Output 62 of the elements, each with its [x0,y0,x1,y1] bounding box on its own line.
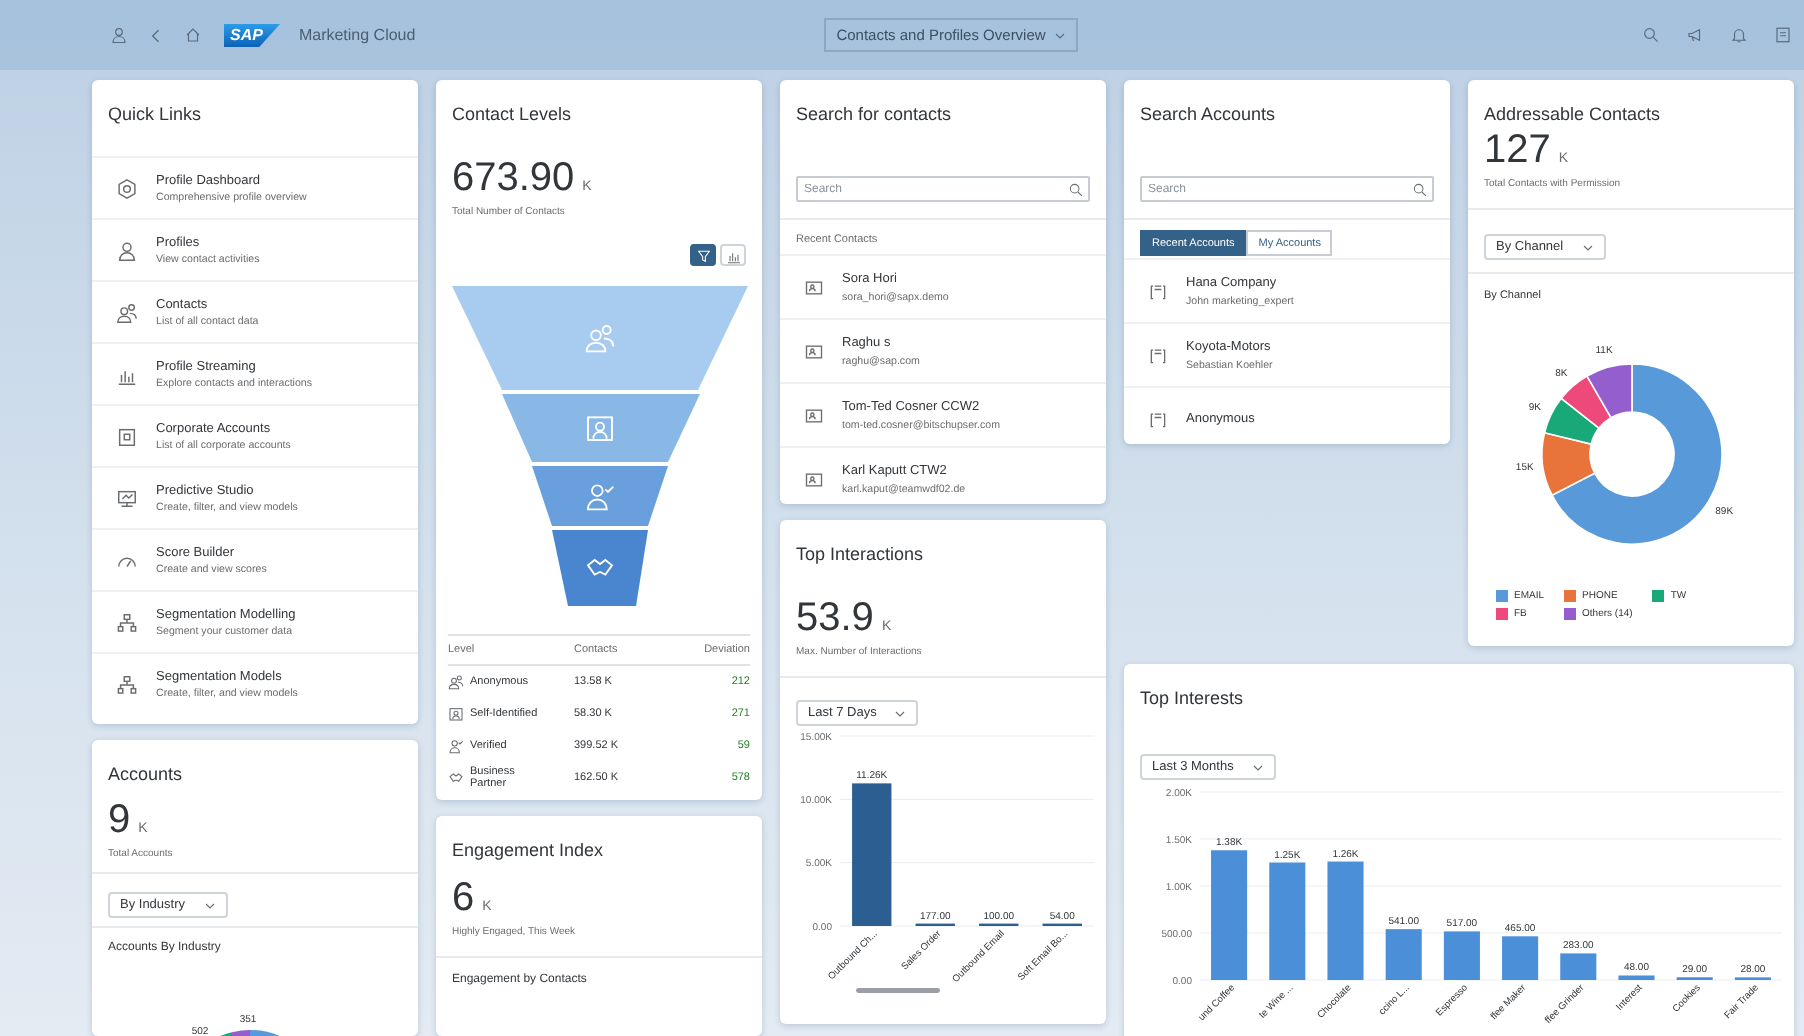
funnel-icon [695,247,711,263]
card-title: Quick Links [106,102,204,126]
contact-card-icon [804,405,824,425]
app-title: Marketing Cloud [298,26,416,44]
chart-bar [1618,975,1655,980]
search-icon[interactable] [1642,26,1661,44]
logo: SAP [224,23,281,47]
handshake-icon [448,770,464,786]
kpi-value: 127 [1484,126,1551,174]
id-badge-icon [448,706,464,722]
chart-bar [1211,850,1248,980]
gear-icon [116,177,138,199]
kpi-value: 673.90 [452,154,575,202]
contact-card-icon [804,277,824,297]
chart-bar [1443,931,1480,980]
people-icon [448,674,464,690]
id-badge-icon [587,417,611,440]
chart-bar [1385,929,1422,980]
person-icon [116,239,138,261]
contact-card-icon [804,341,824,361]
card-title: Top Interests [1138,686,1246,710]
search-icon [1412,181,1428,197]
account-icon [1148,281,1168,301]
funnel-segment [531,466,667,526]
person-icon[interactable] [110,26,128,44]
card-title: Contact Levels [450,102,574,126]
home-icon[interactable] [184,26,202,44]
hierarchy-icon [116,611,138,633]
document-icon [116,425,138,447]
card-title: Accounts [106,762,185,786]
list-icon[interactable] [1774,26,1793,44]
contact-card-icon [804,469,824,489]
funnel-segment [551,530,647,606]
monitor-icon [116,487,138,509]
person-check-icon [587,485,613,510]
bell-icon[interactable] [1730,26,1749,44]
card-title: Search for contacts [794,102,954,126]
card-title: Top Interactions [794,542,926,566]
search-icon [1068,181,1084,197]
chart-bar [1502,936,1539,980]
card-title: Search Accounts [1138,102,1278,126]
card-title: Engagement Index [450,838,606,862]
people-icon [116,301,138,323]
chart-view-button[interactable] [720,244,746,266]
account-icon [1148,345,1168,365]
chart-bar [1327,861,1364,980]
megaphone-icon[interactable] [1686,26,1705,44]
kpi-value: 6 [452,874,475,922]
hierarchy-icon [116,673,138,695]
chart-bar [1560,953,1597,980]
bar-chart-icon [725,247,741,263]
scrollbar[interactable] [856,988,940,993]
chart-bar [852,783,892,926]
kpi-value: 9 [108,796,131,844]
people-icon [585,326,613,352]
person-check-icon [448,738,464,754]
kpi-value: 53.9 [796,594,874,642]
handshake-icon [587,560,611,575]
account-icon [1148,409,1168,429]
funnel-view-button[interactable] [690,244,716,266]
card-title: Addressable Contacts [1482,102,1663,126]
chart-bar [1269,862,1306,980]
